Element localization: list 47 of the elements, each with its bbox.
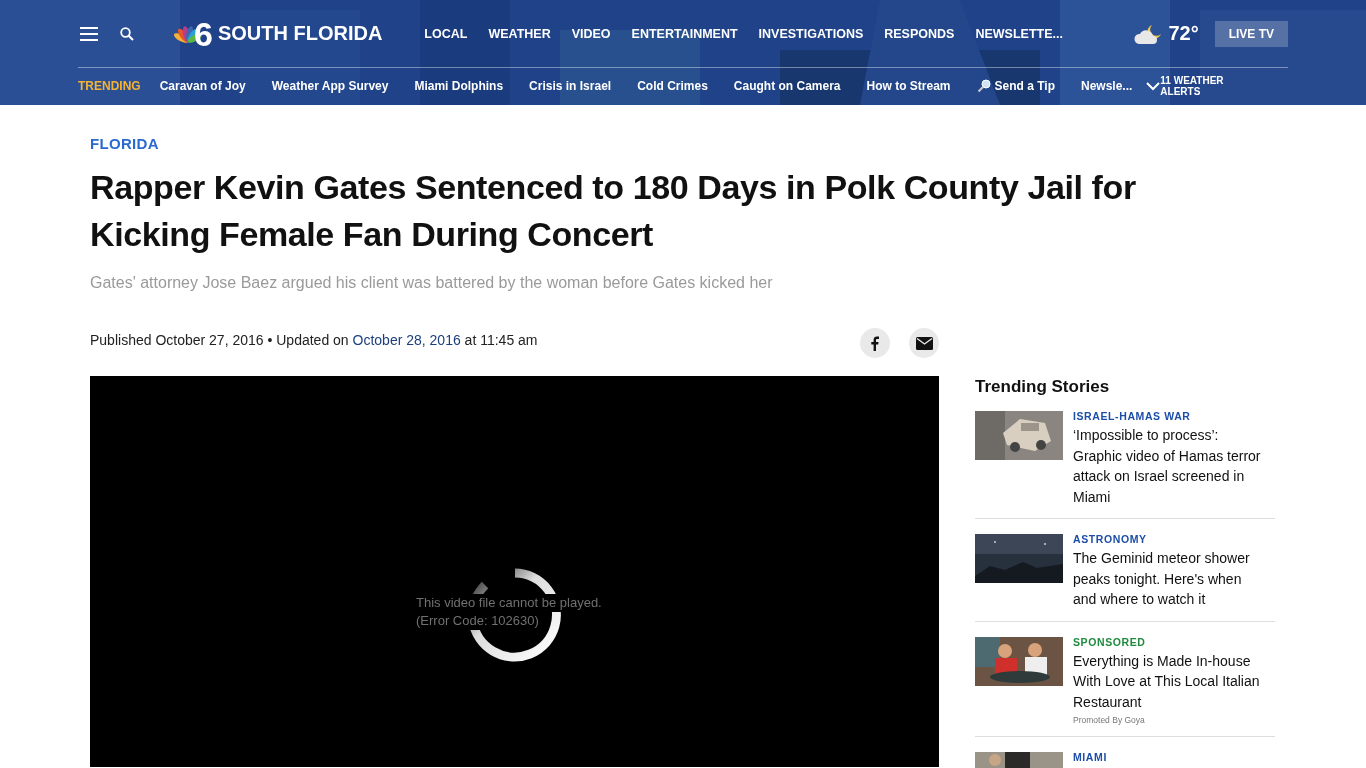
section-title: Trending Stories [975, 377, 1111, 397]
nav-link[interactable]: ENTERTAINMENT [631, 26, 738, 41]
chevron-down-icon [1146, 81, 1161, 91]
article-headline: Rapper Kevin Gates Sentenced to 180 Days in Polk County Jail for Kicking Female Fan During Concert [90, 167, 1137, 255]
story-title-link[interactable]: ‘Impossible to process’: Graphic video of Hamas terror attack on Israel screened in Miami [1073, 425, 1265, 507]
trending-link[interactable]: Crisis in Israel [529, 79, 612, 93]
temperature: 72° [1168, 22, 1199, 45]
trending-label: TRENDING [78, 79, 141, 93]
search-icon[interactable] [120, 26, 134, 41]
menu-icon[interactable] [80, 26, 98, 41]
trending-link[interactable]: How to Stream [866, 79, 951, 93]
nav-link[interactable]: VIDEO [571, 26, 611, 41]
article-subheadline: Gates' attorney Jose Baez argued his client was battered by the woman before Gates kicked her [90, 274, 774, 292]
story-category: MIAMI [1073, 751, 1107, 763]
nav-link[interactable]: WEATHER [488, 26, 551, 41]
story-category: SPONSORED [1073, 635, 1147, 648]
trending-link[interactable]: Cold Crimes [637, 79, 708, 93]
envelope-icon [915, 336, 933, 350]
email-share-button[interactable] [909, 328, 939, 358]
story-category: ASTRONOMY [1073, 533, 1148, 545]
story-title-link[interactable]: Everything is Made In-house With Love at This Local Italian Restaurant [1073, 650, 1265, 712]
story-title-link[interactable]: The Geminid meteor shower peaks tonight. Here's when and where to watch it [1073, 548, 1265, 610]
error-message: This video file cannot be played. [416, 594, 602, 612]
publish-info: Published October 27, 2016 • Updated on October 28, 2016 at 11:45 am [90, 332, 538, 348]
trending-link[interactable]: Newsle... [1081, 79, 1133, 93]
nav-link[interactable]: NEWSLETTE... [975, 26, 1063, 41]
facebook-share-button[interactable] [860, 328, 890, 358]
logo-mark: 6 [194, 16, 212, 51]
trending-link[interactable]: Caravan of Joy [159, 79, 246, 93]
logo-name: SOUTH FLORIDA [217, 22, 383, 45]
nav-link[interactable]: INVESTIGATIONS [758, 26, 864, 41]
promoted-by-label: Promoted By Goya [1073, 715, 1146, 725]
nav-link[interactable]: LOCAL [424, 26, 468, 41]
error-message: (Error Code: 102630) [416, 612, 539, 630]
story-category: ISRAEL-HAMAS WAR [1073, 410, 1192, 422]
nav-link[interactable]: RESPONDS [884, 26, 955, 41]
trending-link[interactable]: Weather App Survey [271, 79, 389, 93]
weather-alerts-toggle[interactable]: 11 WEATHER ALERTS [1146, 75, 1239, 97]
live-tv-button[interactable]: LIVE TV [1214, 20, 1288, 47]
magnifier-icon [976, 79, 991, 93]
video-player[interactable]: This video file cannot be played. (Error Code: 102630) [90, 376, 939, 767]
trending-link[interactable]: Miami Dolphins [414, 79, 504, 93]
facebook-icon [871, 335, 879, 351]
category-link[interactable]: FLORIDA [90, 135, 939, 152]
trending-link[interactable]: Caught on Camera [733, 79, 841, 93]
trending-link[interactable]: Send a Tip [976, 79, 1055, 93]
updated-date-link[interactable]: October 28, 2016 [352, 332, 461, 348]
